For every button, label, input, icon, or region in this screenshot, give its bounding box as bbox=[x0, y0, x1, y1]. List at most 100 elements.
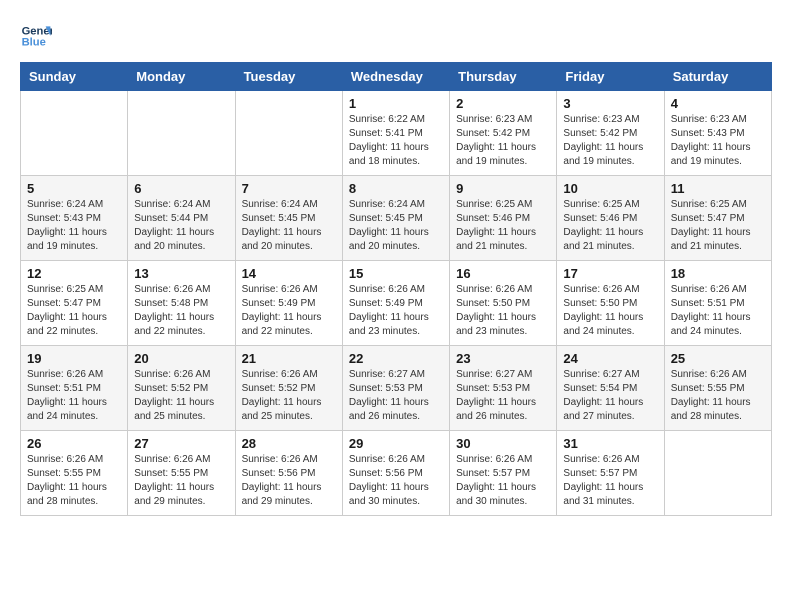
day-number: 2 bbox=[456, 96, 550, 111]
day-cell: 15Sunrise: 6:26 AM Sunset: 5:49 PM Dayli… bbox=[342, 261, 449, 346]
day-cell: 3 Sunrise: 6:23 AM Sunset: 5:42 PM Daylig… bbox=[557, 91, 664, 176]
day-number: 1 bbox=[349, 96, 443, 111]
calendar-table: SundayMondayTuesdayWednesdayThursdayFrid… bbox=[20, 62, 772, 516]
day-info: Sunrise: 6:26 AM Sunset: 5:55 PM Dayligh… bbox=[671, 368, 765, 424]
day-info: Sunrise: 6:23 AM Sunset: 5:43 PM Dayligh… bbox=[671, 113, 765, 169]
day-cell: 5Sunrise: 6:24 AM Sunset: 5:43 PM Daylig… bbox=[21, 176, 128, 261]
weekday-header-row: SundayMondayTuesdayWednesdayThursdayFrid… bbox=[21, 63, 772, 91]
day-number: 18 bbox=[671, 266, 765, 281]
day-cell: 13 Sunrise: 6:26 AM Sunset: 5:48 PM Dayli… bbox=[128, 261, 235, 346]
day-info: Sunrise: 6:26 AM Sunset: 5:52 PM Dayligh… bbox=[242, 368, 336, 424]
day-info: Sunrise: 6:24 AM Sunset: 5:45 PM Dayligh… bbox=[349, 198, 443, 254]
day-info: Sunrise: 6:26 AM Sunset: 5:50 PM Dayligh… bbox=[563, 283, 657, 339]
day-info: Sunrise: 6:26 AM Sunset: 5:50 PM Dayligh… bbox=[456, 283, 550, 339]
logo-icon: General Blue bbox=[20, 20, 52, 52]
day-cell: 29 Sunrise: 6:26 AM Sunset: 5:56 PM Dayli… bbox=[342, 431, 449, 516]
day-cell: 28 Sunrise: 6:26 AM Sunset: 5:56 PM Dayli… bbox=[235, 431, 342, 516]
weekday-header-friday: Friday bbox=[557, 63, 664, 91]
day-info: Sunrise: 6:26 AM Sunset: 5:49 PM Dayligh… bbox=[242, 283, 336, 339]
day-cell: 12 Sunrise: 6:25 AM Sunset: 5:47 PM Dayli… bbox=[21, 261, 128, 346]
day-cell: 26Sunrise: 6:26 AM Sunset: 5:55 PM Dayli… bbox=[21, 431, 128, 516]
day-cell: 8 Sunrise: 6:24 AM Sunset: 5:45 PM Daylig… bbox=[342, 176, 449, 261]
day-number: 13 bbox=[134, 266, 228, 281]
day-info: Sunrise: 6:26 AM Sunset: 5:55 PM Dayligh… bbox=[134, 453, 228, 509]
day-cell: 21 Sunrise: 6:26 AM Sunset: 5:52 PM Dayli… bbox=[235, 346, 342, 431]
weekday-header-sunday: Sunday bbox=[21, 63, 128, 91]
day-cell: 10 Sunrise: 6:25 AM Sunset: 5:46 PM Dayli… bbox=[557, 176, 664, 261]
day-info: Sunrise: 6:22 AM Sunset: 5:41 PM Dayligh… bbox=[349, 113, 443, 169]
day-number: 21 bbox=[242, 351, 336, 366]
day-cell: 11Sunrise: 6:25 AM Sunset: 5:47 PM Dayli… bbox=[664, 176, 771, 261]
logo: General Blue bbox=[20, 20, 52, 52]
day-cell: 4 Sunrise: 6:23 AM Sunset: 5:43 PM Daylig… bbox=[664, 91, 771, 176]
day-number: 4 bbox=[671, 96, 765, 111]
day-info: Sunrise: 6:25 AM Sunset: 5:46 PM Dayligh… bbox=[563, 198, 657, 254]
day-info: Sunrise: 6:24 AM Sunset: 5:44 PM Dayligh… bbox=[134, 198, 228, 254]
day-cell: 22 Sunrise: 6:27 AM Sunset: 5:53 PM Dayli… bbox=[342, 346, 449, 431]
day-info: Sunrise: 6:26 AM Sunset: 5:48 PM Dayligh… bbox=[134, 283, 228, 339]
day-number: 24 bbox=[563, 351, 657, 366]
day-number: 12 bbox=[27, 266, 121, 281]
day-number: 9 bbox=[456, 181, 550, 196]
day-number: 8 bbox=[349, 181, 443, 196]
day-cell bbox=[128, 91, 235, 176]
day-number: 6 bbox=[134, 181, 228, 196]
day-info: Sunrise: 6:26 AM Sunset: 5:56 PM Dayligh… bbox=[242, 453, 336, 509]
day-cell: 31 Sunrise: 6:26 AM Sunset: 5:57 PM Dayli… bbox=[557, 431, 664, 516]
day-number: 16 bbox=[456, 266, 550, 281]
day-info: Sunrise: 6:26 AM Sunset: 5:52 PM Dayligh… bbox=[134, 368, 228, 424]
day-cell: 17Sunrise: 6:26 AM Sunset: 5:50 PM Dayli… bbox=[557, 261, 664, 346]
day-cell: 25 Sunrise: 6:26 AM Sunset: 5:55 PM Dayli… bbox=[664, 346, 771, 431]
day-cell: 14 Sunrise: 6:26 AM Sunset: 5:49 PM Dayli… bbox=[235, 261, 342, 346]
day-info: Sunrise: 6:23 AM Sunset: 5:42 PM Dayligh… bbox=[456, 113, 550, 169]
week-row-3: 12 Sunrise: 6:25 AM Sunset: 5:47 PM Dayli… bbox=[21, 261, 772, 346]
week-row-1: 1 Sunrise: 6:22 AM Sunset: 5:41 PM Daylig… bbox=[21, 91, 772, 176]
day-info: Sunrise: 6:26 AM Sunset: 5:51 PM Dayligh… bbox=[27, 368, 121, 424]
day-info: Sunrise: 6:25 AM Sunset: 5:47 PM Dayligh… bbox=[27, 283, 121, 339]
weekday-header-thursday: Thursday bbox=[450, 63, 557, 91]
day-cell: 27 Sunrise: 6:26 AM Sunset: 5:55 PM Dayli… bbox=[128, 431, 235, 516]
day-cell: 16 Sunrise: 6:26 AM Sunset: 5:50 PM Dayli… bbox=[450, 261, 557, 346]
day-info: Sunrise: 6:26 AM Sunset: 5:56 PM Dayligh… bbox=[349, 453, 443, 509]
weekday-header-tuesday: Tuesday bbox=[235, 63, 342, 91]
svg-text:Blue: Blue bbox=[22, 37, 46, 49]
day-number: 29 bbox=[349, 436, 443, 451]
day-cell: 19Sunrise: 6:26 AM Sunset: 5:51 PM Dayli… bbox=[21, 346, 128, 431]
day-info: Sunrise: 6:26 AM Sunset: 5:49 PM Dayligh… bbox=[349, 283, 443, 339]
day-info: Sunrise: 6:24 AM Sunset: 5:43 PM Dayligh… bbox=[27, 198, 121, 254]
day-number: 10 bbox=[563, 181, 657, 196]
week-row-2: 5Sunrise: 6:24 AM Sunset: 5:43 PM Daylig… bbox=[21, 176, 772, 261]
day-info: Sunrise: 6:23 AM Sunset: 5:42 PM Dayligh… bbox=[563, 113, 657, 169]
day-cell: 20 Sunrise: 6:26 AM Sunset: 5:52 PM Dayli… bbox=[128, 346, 235, 431]
day-info: Sunrise: 6:26 AM Sunset: 5:57 PM Dayligh… bbox=[563, 453, 657, 509]
day-number: 28 bbox=[242, 436, 336, 451]
weekday-header-wednesday: Wednesday bbox=[342, 63, 449, 91]
day-number: 23 bbox=[456, 351, 550, 366]
day-cell: 7 Sunrise: 6:24 AM Sunset: 5:45 PM Daylig… bbox=[235, 176, 342, 261]
day-number: 20 bbox=[134, 351, 228, 366]
day-info: Sunrise: 6:27 AM Sunset: 5:53 PM Dayligh… bbox=[349, 368, 443, 424]
day-info: Sunrise: 6:24 AM Sunset: 5:45 PM Dayligh… bbox=[242, 198, 336, 254]
day-cell: 23 Sunrise: 6:27 AM Sunset: 5:53 PM Dayli… bbox=[450, 346, 557, 431]
day-info: Sunrise: 6:27 AM Sunset: 5:54 PM Dayligh… bbox=[563, 368, 657, 424]
day-number: 27 bbox=[134, 436, 228, 451]
day-cell: 24 Sunrise: 6:27 AM Sunset: 5:54 PM Dayli… bbox=[557, 346, 664, 431]
day-info: Sunrise: 6:26 AM Sunset: 5:51 PM Dayligh… bbox=[671, 283, 765, 339]
page-header: General Blue bbox=[20, 20, 772, 52]
day-cell: 18 Sunrise: 6:26 AM Sunset: 5:51 PM Dayli… bbox=[664, 261, 771, 346]
day-number: 31 bbox=[563, 436, 657, 451]
day-cell: 30Sunrise: 6:26 AM Sunset: 5:57 PM Dayli… bbox=[450, 431, 557, 516]
day-cell: 2 Sunrise: 6:23 AM Sunset: 5:42 PM Daylig… bbox=[450, 91, 557, 176]
day-number: 22 bbox=[349, 351, 443, 366]
day-number: 3 bbox=[563, 96, 657, 111]
day-info: Sunrise: 6:26 AM Sunset: 5:55 PM Dayligh… bbox=[27, 453, 121, 509]
day-number: 25 bbox=[671, 351, 765, 366]
day-cell bbox=[21, 91, 128, 176]
weekday-header-monday: Monday bbox=[128, 63, 235, 91]
day-info: Sunrise: 6:27 AM Sunset: 5:53 PM Dayligh… bbox=[456, 368, 550, 424]
day-cell: 1 Sunrise: 6:22 AM Sunset: 5:41 PM Daylig… bbox=[342, 91, 449, 176]
day-cell: 9Sunrise: 6:25 AM Sunset: 5:46 PM Daylig… bbox=[450, 176, 557, 261]
day-number: 14 bbox=[242, 266, 336, 281]
day-number: 7 bbox=[242, 181, 336, 196]
day-info: Sunrise: 6:26 AM Sunset: 5:57 PM Dayligh… bbox=[456, 453, 550, 509]
